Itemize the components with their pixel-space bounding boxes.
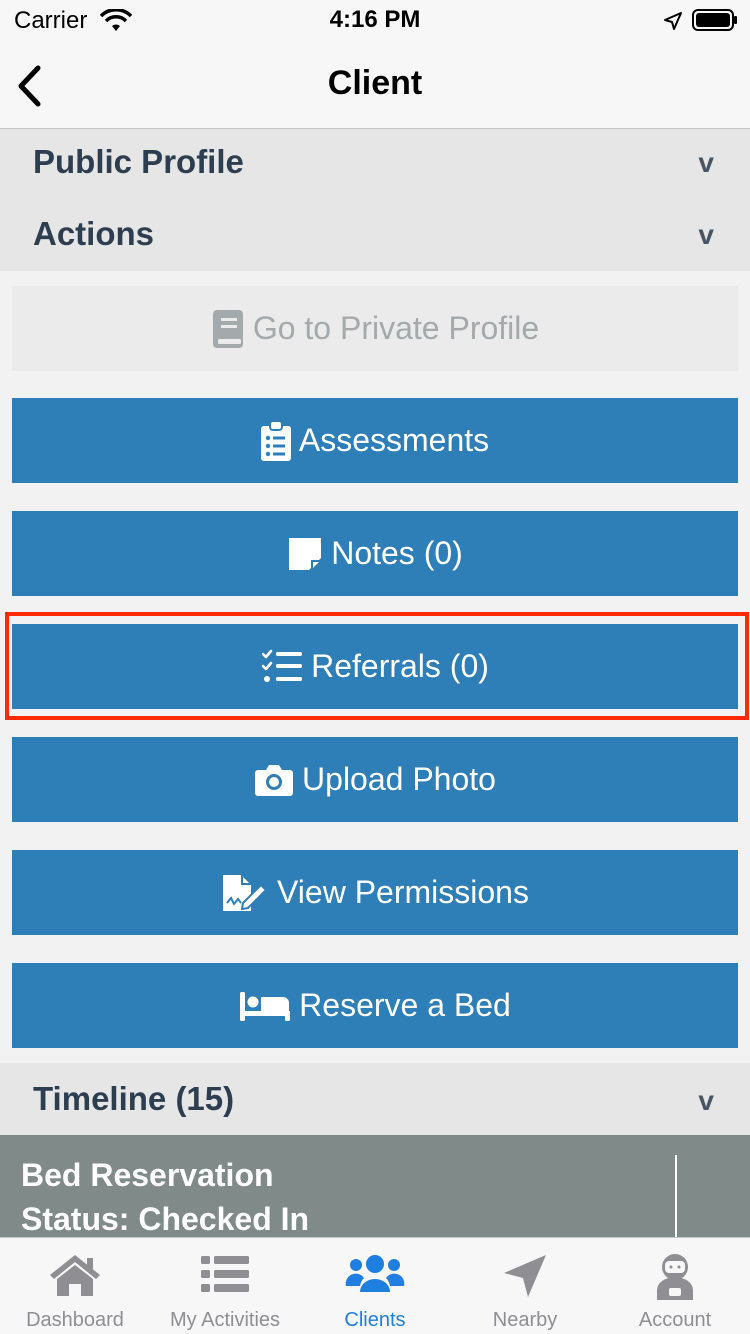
sticky-note-icon [287, 536, 323, 572]
tab-label: Clients [344, 1309, 406, 1331]
button-label: View Permissions [277, 874, 529, 910]
chevron-down-icon: v [698, 219, 714, 250]
tab-label: Nearby [492, 1309, 558, 1331]
actions-section-header[interactable]: Actions v [0, 201, 750, 271]
tab-my-activities[interactable]: My Activities [150, 1238, 300, 1334]
location-arrow-icon [450, 1252, 600, 1302]
tab-dashboard[interactable]: Dashboard [0, 1238, 150, 1334]
button-label: Assessments [298, 422, 490, 458]
list-icon [150, 1252, 300, 1302]
timeline-item-status: Status: Checked In [21, 1201, 310, 1237]
bed-icon [239, 990, 291, 1022]
page-title: Client [327, 64, 423, 102]
timeline-item-title: Bed Reservation [21, 1157, 274, 1193]
section-label: Actions [33, 215, 155, 252]
tab-clients[interactable]: Clients [300, 1238, 450, 1334]
book-icon [211, 308, 245, 350]
upload-photo-button[interactable]: Upload Photo [12, 737, 738, 822]
battery-icon [692, 9, 738, 38]
timeline-section-header[interactable]: Timeline (15) v [0, 1063, 750, 1135]
camera-icon [254, 763, 294, 797]
view-permissions-button[interactable]: View Permissions [12, 850, 738, 935]
status-bar: Carrier 4:16 PM [0, 0, 750, 40]
tab-account[interactable]: Account [600, 1238, 750, 1334]
users-icon [300, 1252, 450, 1302]
home-icon [0, 1252, 150, 1302]
section-label: Public Profile [33, 143, 244, 180]
tab-nearby[interactable]: Nearby [450, 1238, 600, 1334]
notes-button[interactable]: Notes (0) [12, 511, 738, 596]
tab-bar: Dashboard My Activities Clients Nearby A… [0, 1237, 750, 1334]
tab-label: Dashboard [26, 1309, 124, 1331]
assessments-button[interactable]: Assessments [12, 398, 738, 483]
signed-document-icon [221, 873, 269, 913]
location-arrow-icon [663, 10, 683, 38]
button-label: Notes (0) [331, 535, 463, 571]
chevron-down-icon: v [698, 1085, 714, 1116]
button-label: Go to Private Profile [252, 310, 540, 346]
tab-label: My Activities [169, 1309, 281, 1331]
public-profile-section-header[interactable]: Public Profile v [0, 129, 750, 201]
reserve-a-bed-button[interactable]: Reserve a Bed [12, 963, 738, 1048]
chevron-down-icon: v [698, 147, 714, 178]
go-to-private-profile-button[interactable]: Go to Private Profile [12, 286, 738, 371]
referrals-highlight-box [5, 612, 749, 720]
tab-label: Account [638, 1309, 712, 1331]
navigation-bar: Client [0, 40, 750, 129]
divider [675, 1155, 677, 1237]
button-label: Reserve a Bed [299, 987, 511, 1023]
button-label: Upload Photo [302, 761, 496, 797]
clipboard-list-icon [260, 420, 291, 461]
astronaut-icon [600, 1252, 750, 1302]
clock: 4:16 PM [329, 6, 421, 33]
timeline-item-card[interactable]: Bed Reservation Status: Checked In [0, 1135, 750, 1237]
section-label: Timeline (15) [33, 1080, 235, 1117]
